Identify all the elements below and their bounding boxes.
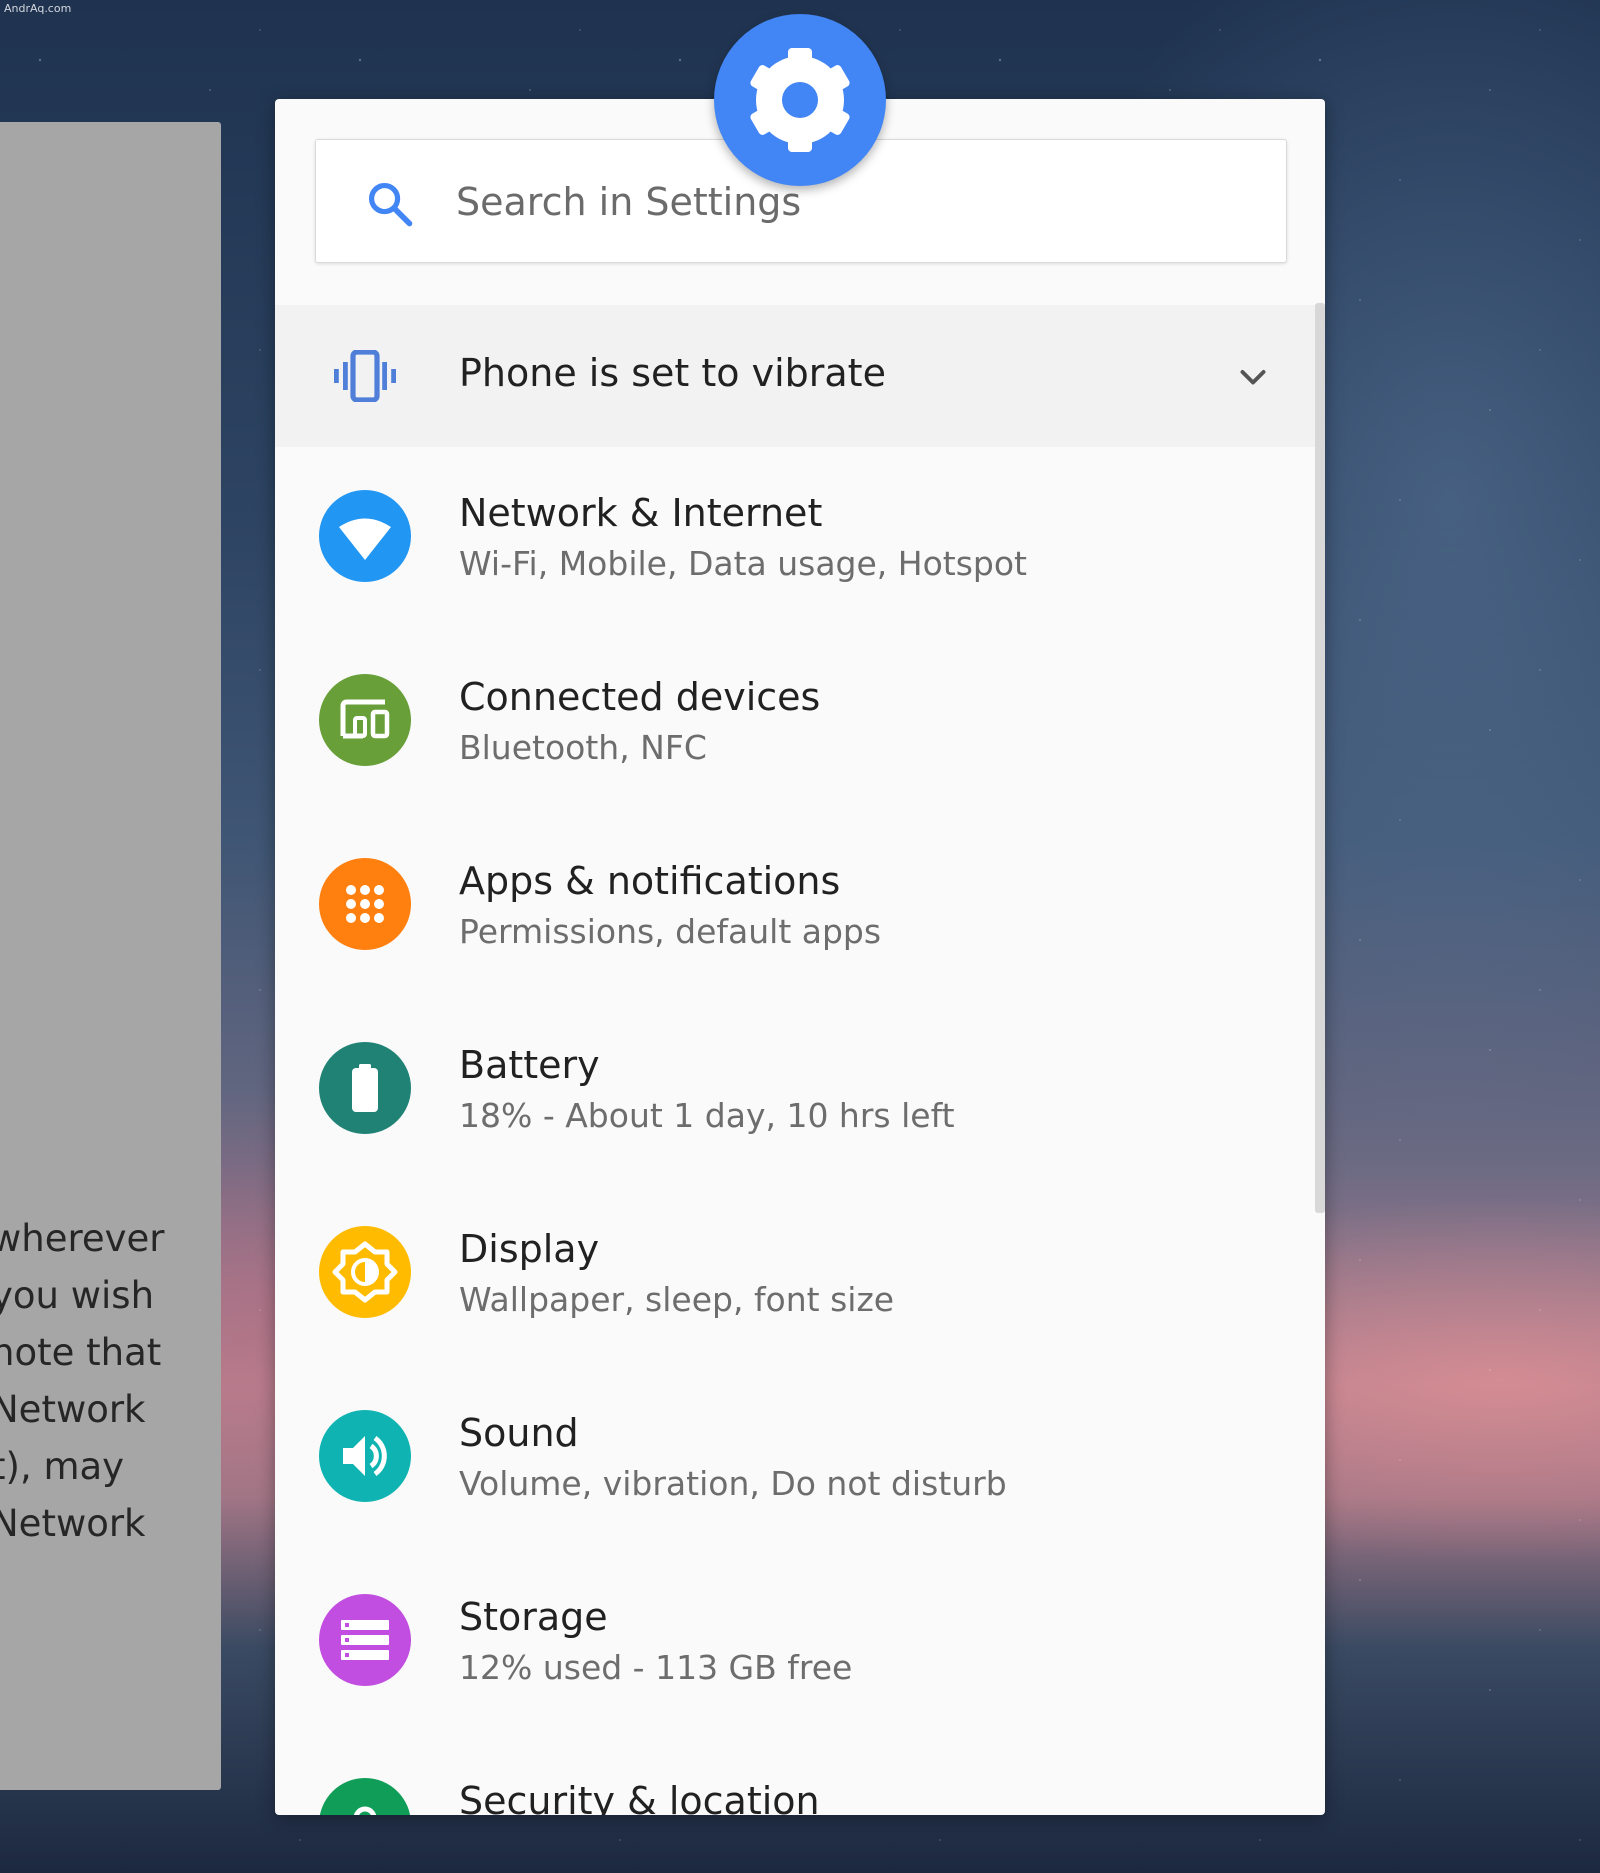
desktop-background: AndrAq.com wherever you wish note that N… <box>0 0 1600 1873</box>
storage-icon <box>319 1594 411 1686</box>
background-text-line: t), may <box>0 1445 125 1488</box>
lock-icon <box>319 1778 411 1815</box>
settings-item-display[interactable]: Display Wallpaper, sleep, font size <box>275 1183 1315 1367</box>
item-subtitle: Wi-Fi, Mobile, Data usage, Hotspot <box>459 544 1027 583</box>
item-title: Network & Internet <box>459 491 823 535</box>
background-text-line: note that <box>0 1331 162 1374</box>
scrollbar[interactable] <box>1315 303 1325 1213</box>
item-title: Apps & notifications <box>459 859 841 903</box>
search-icon <box>368 182 413 227</box>
settings-item-apps[interactable]: Apps & notifications Permissions, defaul… <box>275 815 1315 999</box>
settings-item-sound[interactable]: Sound Volume, vibration, Do not disturb <box>275 1367 1315 1551</box>
item-subtitle: 18% - About 1 day, 10 hrs left <box>459 1096 955 1135</box>
item-title: Storage <box>459 1595 608 1639</box>
battery-icon <box>319 1042 411 1134</box>
item-title: Connected devices <box>459 675 821 719</box>
background-window[interactable]: wherever you wish note that Network t), … <box>0 122 221 1790</box>
background-text-line: you wish <box>0 1274 155 1317</box>
item-title: Sound <box>459 1411 579 1455</box>
item-subtitle: Bluetooth, NFC <box>459 728 707 767</box>
watermark: AndrAq.com <box>4 2 72 15</box>
item-subtitle: Volume, vibration, Do not disturb <box>459 1464 1007 1503</box>
vibrate-condition-card[interactable]: Phone is set to vibrate <box>275 305 1315 447</box>
background-window-text: wherever you wish note that Network t), … <box>0 1210 165 1552</box>
condition-label: Phone is set to vibrate <box>459 351 886 395</box>
item-subtitle: Wallpaper, sleep, font size <box>459 1280 895 1319</box>
settings-window: Phone is set to vibrate Network & Intern… <box>275 99 1325 1815</box>
settings-list: Network & Internet Wi-Fi, Mobile, Data u… <box>275 447 1315 1815</box>
background-text-line: wherever <box>0 1217 165 1260</box>
settings-item-network[interactable]: Network & Internet Wi-Fi, Mobile, Data u… <box>275 447 1315 631</box>
item-title: Security & location <box>459 1779 820 1815</box>
chevron-down-icon[interactable] <box>1235 360 1271 396</box>
item-subtitle: 12% used - 113 GB free <box>459 1648 853 1687</box>
settings-item-security[interactable]: Security & location <box>275 1735 1315 1815</box>
settings-item-storage[interactable]: Storage 12% used - 113 GB free <box>275 1551 1315 1735</box>
vibrate-icon <box>334 350 396 402</box>
volume-icon <box>319 1410 411 1502</box>
brightness-icon <box>319 1226 411 1318</box>
wifi-icon <box>319 490 411 582</box>
item-subtitle: Permissions, default apps <box>459 912 882 951</box>
settings-gear-icon <box>714 14 886 186</box>
background-text-line: Network <box>0 1388 146 1431</box>
item-title: Battery <box>459 1043 600 1087</box>
settings-item-battery[interactable]: Battery 18% - About 1 day, 10 hrs left <box>275 999 1315 1183</box>
apps-icon <box>319 858 411 950</box>
devices-icon <box>319 674 411 766</box>
settings-item-connected-devices[interactable]: Connected devices Bluetooth, NFC <box>275 631 1315 815</box>
item-title: Display <box>459 1227 600 1271</box>
background-text-line: Network <box>0 1502 146 1545</box>
